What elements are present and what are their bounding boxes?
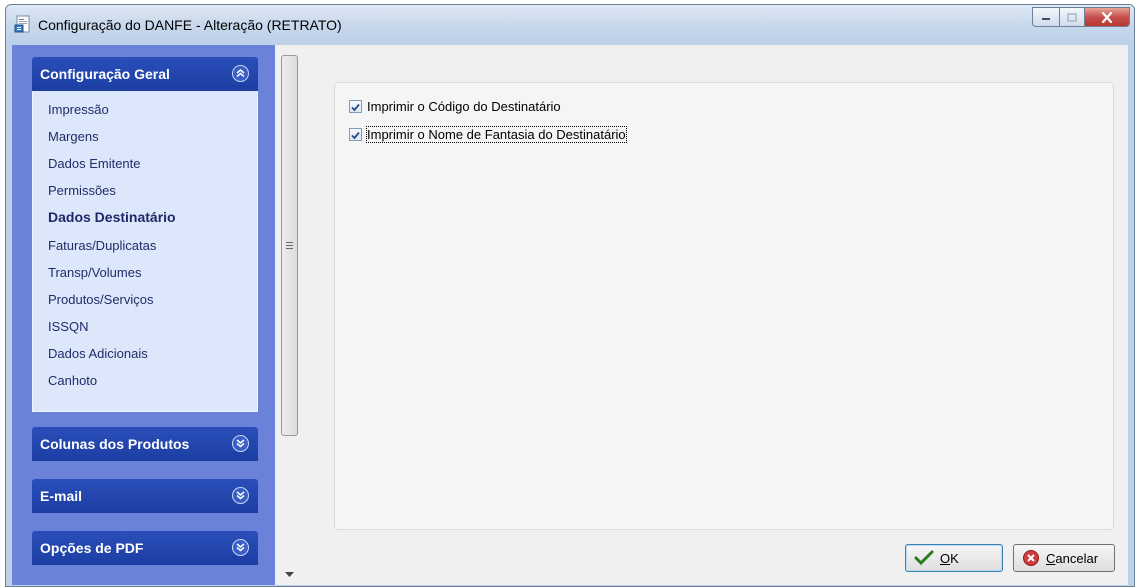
sidebar-item-dados-destinatario[interactable]: Dados Destinatário	[48, 209, 176, 225]
double-chevron-down-icon[interactable]	[232, 539, 249, 556]
checkmark-icon	[351, 131, 360, 140]
group-header-opcoes-de-pdf[interactable]: Opções de PDF	[32, 531, 258, 565]
cancel-button[interactable]: Cancelar	[1013, 544, 1115, 572]
dialog-client-area: Configuração Geral Impressão Margens Dad…	[12, 45, 1128, 585]
title-bar[interactable]: Configuração do DANFE - Alteração (RETRA…	[6, 5, 1134, 45]
double-chevron-down-icon[interactable]	[232, 487, 249, 504]
close-button[interactable]	[1085, 7, 1130, 27]
double-chevron-up-icon[interactable]	[232, 65, 249, 82]
checkbox[interactable]	[349, 128, 362, 141]
sidebar-panel: Configuração Geral Impressão Margens Dad…	[12, 45, 275, 585]
minimize-icon	[1042, 18, 1050, 20]
scrollbar-thumb[interactable]	[281, 55, 298, 436]
dialog-window: Configuração do DANFE - Alteração (RETRA…	[5, 4, 1135, 587]
group-header-email[interactable]: E-mail	[32, 479, 258, 513]
checkbox-label[interactable]: Imprimir o Nome de Fantasia do Destinatá…	[366, 126, 627, 143]
sidebar-item-canhoto[interactable]: Canhoto	[48, 373, 97, 388]
double-chevron-down-icon[interactable]	[232, 435, 249, 452]
sidebar-item-issqn[interactable]: ISSQN	[48, 319, 88, 334]
option-imprimir-codigo-destinatario[interactable]: Imprimir o Código do Destinatário	[349, 99, 561, 114]
option-imprimir-nome-fantasia-destinatario[interactable]: Imprimir o Nome de Fantasia do Destinatá…	[349, 126, 627, 143]
group-label: Colunas dos Produtos	[40, 436, 190, 452]
window-title: Configuração do DANFE - Alteração (RETRA…	[38, 17, 342, 33]
checkbox-label[interactable]: Imprimir o Código do Destinatário	[367, 99, 561, 114]
maximize-button[interactable]	[1059, 7, 1085, 27]
minimize-button[interactable]	[1032, 7, 1059, 27]
group-label: Opções de PDF	[40, 540, 144, 556]
options-panel: Imprimir o Código do Destinatário Imprim…	[334, 82, 1114, 530]
sidebar-item-margens[interactable]: Margens	[48, 129, 99, 144]
ok-button[interactable]: OK	[905, 544, 1003, 572]
window-controls	[1032, 7, 1130, 27]
sidebar-item-faturas-duplicatas[interactable]: Faturas/Duplicatas	[48, 238, 156, 253]
document-icon	[14, 15, 30, 33]
checkmark-icon	[914, 550, 934, 566]
cancel-circle-icon	[1023, 550, 1039, 566]
grip-icon	[286, 242, 293, 251]
ok-label: OK	[940, 550, 959, 566]
sidebar-item-transp-volumes[interactable]: Transp/Volumes	[48, 265, 141, 280]
sidebar-item-dados-emitente[interactable]: Dados Emitente	[48, 156, 141, 171]
group-header-colunas-dos-produtos[interactable]: Colunas dos Produtos	[32, 427, 258, 461]
checkmark-icon	[351, 103, 360, 112]
group-label: Configuração Geral	[40, 66, 170, 82]
cancel-label: Cancelar	[1046, 550, 1099, 566]
sidebar-item-dados-adicionais[interactable]: Dados Adicionais	[48, 346, 148, 361]
group-label: E-mail	[40, 488, 83, 504]
sidebar-scrollbar[interactable]	[280, 55, 300, 582]
maximize-icon	[1067, 12, 1077, 22]
sidebar-item-produtos-servicos[interactable]: Produtos/Serviços	[48, 292, 154, 307]
close-icon	[1101, 11, 1113, 23]
sidebar-item-impressao[interactable]: Impressão	[48, 102, 109, 117]
scroll-down-arrow-icon[interactable]	[285, 572, 294, 578]
checkbox[interactable]	[349, 100, 362, 113]
group-header-configuracao-geral[interactable]: Configuração Geral	[32, 57, 258, 91]
sidebar-item-permissoes[interactable]: Permissões	[48, 183, 116, 198]
